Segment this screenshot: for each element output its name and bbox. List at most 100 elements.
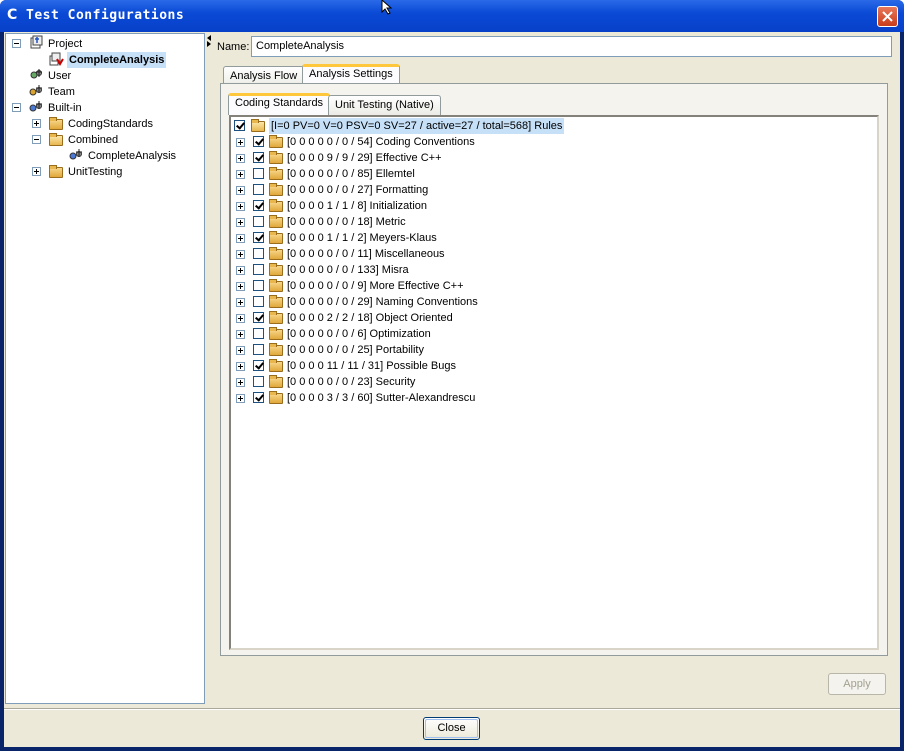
rules-tree[interactable]: [I=0 PV=0 V=0 PSV=0 SV=27 / active=27 / …	[229, 115, 879, 650]
dialog-body: Project CompleteAnalysis User Team Built…	[4, 32, 900, 747]
expand-rule-category-toggle[interactable]	[236, 298, 245, 307]
rule-category-label: [0 0 0 0 3 / 3 / 60] Sutter-Alexandrescu	[287, 392, 476, 404]
apply-button[interactable]: Apply	[828, 673, 886, 695]
rule-category-row[interactable]: [0 0 0 0 0 / 0 / 85] Ellemtel	[231, 166, 871, 182]
rule-category-row[interactable]: [0 0 0 0 0 / 0 / 25] Portability	[231, 342, 871, 358]
rule-category-checkbox[interactable]	[253, 376, 264, 387]
expand-rule-category-toggle[interactable]	[236, 282, 245, 291]
tree-item-team[interactable]: Team	[48, 84, 75, 100]
expand-rule-category-toggle[interactable]	[236, 250, 245, 259]
rule-category-checkbox[interactable]	[253, 296, 264, 307]
expand-rule-category-toggle[interactable]	[236, 346, 245, 355]
rule-category-row[interactable]: [0 0 0 0 9 / 9 / 29] Effective C++	[231, 150, 871, 166]
tree-item-codingstandards[interactable]: CodingStandards	[68, 116, 153, 132]
rule-category-row[interactable]: [0 0 0 0 11 / 11 / 31] Possible Bugs	[231, 358, 871, 374]
folder-icon	[269, 311, 283, 324]
rule-category-row[interactable]: [0 0 0 0 0 / 0 / 18] Metric	[231, 214, 871, 230]
separator	[4, 708, 900, 710]
rule-category-checkbox[interactable]	[253, 152, 264, 163]
expand-rule-category-toggle[interactable]	[236, 138, 245, 147]
tree-item-combined-completeanalysis[interactable]: CompleteAnalysis	[88, 148, 176, 164]
app-icon: C	[7, 7, 18, 23]
expand-rule-category-toggle[interactable]	[236, 266, 245, 275]
rule-category-row[interactable]: [0 0 0 0 0 / 0 / 133] Misra	[231, 262, 871, 278]
expand-rule-category-toggle[interactable]	[236, 154, 245, 163]
expand-rule-category-toggle[interactable]	[236, 218, 245, 227]
collapse-combined-toggle[interactable]	[32, 135, 41, 144]
rule-category-row[interactable]: [0 0 0 0 0 / 0 / 54] Coding Conventions	[231, 134, 871, 150]
rule-category-checkbox[interactable]	[253, 264, 264, 275]
folder-icon	[269, 151, 283, 164]
folder-icon	[269, 295, 283, 308]
folder-open-icon	[49, 133, 63, 146]
rule-category-label: [0 0 0 0 0 / 0 / 11] Miscellaneous	[287, 248, 445, 260]
title-bar[interactable]: C Test Configurations	[0, 0, 904, 32]
configuration-tree[interactable]: Project CompleteAnalysis User Team Built…	[5, 33, 205, 704]
splitter-handle[interactable]	[206, 33, 212, 704]
expand-codingstandards-toggle[interactable]	[32, 119, 41, 128]
tree-item-unittesting[interactable]: UnitTesting	[68, 164, 122, 180]
window: C Test Configurations Project CompleteAn…	[0, 0, 904, 751]
expand-rule-category-toggle[interactable]	[236, 378, 245, 387]
rule-category-checkbox[interactable]	[253, 248, 264, 259]
expand-rule-category-toggle[interactable]	[236, 362, 245, 371]
rule-category-row[interactable]: [0 0 0 0 0 / 0 / 11] Miscellaneous	[231, 246, 871, 262]
rule-category-row[interactable]: [0 0 0 0 0 / 0 / 27] Formatting	[231, 182, 871, 198]
tree-item-project[interactable]: Project	[48, 36, 82, 52]
team-icon	[28, 84, 44, 98]
rule-category-row[interactable]: [0 0 0 0 0 / 0 / 6] Optimization	[231, 326, 871, 342]
expand-unittesting-toggle[interactable]	[32, 167, 41, 176]
tree-item-builtin[interactable]: Built-in	[48, 100, 82, 116]
splitter-arrows-icon	[207, 35, 211, 47]
project-icon	[28, 35, 44, 49]
rule-category-row[interactable]: [0 0 0 0 0 / 0 / 29] Naming Conventions	[231, 294, 871, 310]
expand-rule-category-toggle[interactable]	[236, 170, 245, 179]
rules-root-label: [I=0 PV=0 V=0 PSV=0 SV=27 / active=27 / …	[269, 118, 565, 134]
rule-category-label: [0 0 0 0 1 / 1 / 2] Meyers-Klaus	[287, 232, 437, 244]
expand-rule-category-toggle[interactable]	[236, 234, 245, 243]
rule-category-checkbox[interactable]	[253, 200, 264, 211]
expand-rule-category-toggle[interactable]	[236, 394, 245, 403]
window-close-button[interactable]	[877, 6, 898, 27]
rules-root-row[interactable]: [I=0 PV=0 V=0 PSV=0 SV=27 / active=27 / …	[231, 118, 871, 134]
rule-category-row[interactable]: [0 0 0 0 1 / 1 / 2] Meyers-Klaus	[231, 230, 871, 246]
tab-unit-testing-native[interactable]: Unit Testing (Native)	[328, 95, 441, 115]
rule-category-row[interactable]: [0 0 0 0 0 / 0 / 23] Security	[231, 374, 871, 390]
rule-category-checkbox[interactable]	[253, 216, 264, 227]
expand-rule-category-toggle[interactable]	[236, 314, 245, 323]
tree-item-project-completeanalysis[interactable]: CompleteAnalysis	[67, 52, 167, 68]
expand-rule-category-toggle[interactable]	[236, 186, 245, 195]
tree-item-combined[interactable]: Combined	[68, 132, 118, 148]
collapse-project-toggle[interactable]	[12, 39, 21, 48]
rule-category-row[interactable]: [0 0 0 0 2 / 2 / 18] Object Oriented	[231, 310, 871, 326]
rule-category-checkbox[interactable]	[253, 392, 264, 403]
rule-category-label: [0 0 0 0 0 / 0 / 9] More Effective C++	[287, 280, 464, 292]
rule-category-checkbox[interactable]	[253, 328, 264, 339]
rule-category-checkbox[interactable]	[253, 168, 264, 179]
rules-root-checkbox[interactable]	[234, 120, 245, 131]
rule-category-row[interactable]: [0 0 0 0 3 / 3 / 60] Sutter-Alexandrescu	[231, 390, 871, 406]
rule-category-checkbox[interactable]	[253, 344, 264, 355]
rule-category-row[interactable]: [0 0 0 0 0 / 0 / 9] More Effective C++	[231, 278, 871, 294]
tree-item-user[interactable]: User	[48, 68, 71, 84]
rule-category-checkbox[interactable]	[253, 136, 264, 147]
name-label: Name:	[217, 41, 250, 53]
expand-rule-category-toggle[interactable]	[236, 330, 245, 339]
rule-category-checkbox[interactable]	[253, 184, 264, 195]
rule-category-checkbox[interactable]	[253, 280, 264, 291]
rule-category-checkbox[interactable]	[253, 312, 264, 323]
folder-icon	[49, 165, 63, 178]
config-icon	[48, 52, 64, 66]
name-field[interactable]: CompleteAnalysis	[251, 36, 892, 57]
expand-rule-category-toggle[interactable]	[236, 202, 245, 211]
close-button[interactable]: Close	[423, 717, 480, 740]
folder-icon	[269, 135, 283, 148]
rule-category-row[interactable]: [0 0 0 0 1 / 1 / 8] Initialization	[231, 198, 871, 214]
rule-category-checkbox[interactable]	[253, 360, 264, 371]
collapse-builtin-toggle[interactable]	[12, 103, 21, 112]
rule-category-checkbox[interactable]	[253, 232, 264, 243]
rule-category-label: [0 0 0 0 0 / 0 / 54] Coding Conventions	[287, 136, 475, 148]
tab-coding-standards[interactable]: Coding Standards	[228, 93, 331, 115]
close-icon	[882, 11, 893, 22]
builtin-icon	[28, 100, 44, 114]
